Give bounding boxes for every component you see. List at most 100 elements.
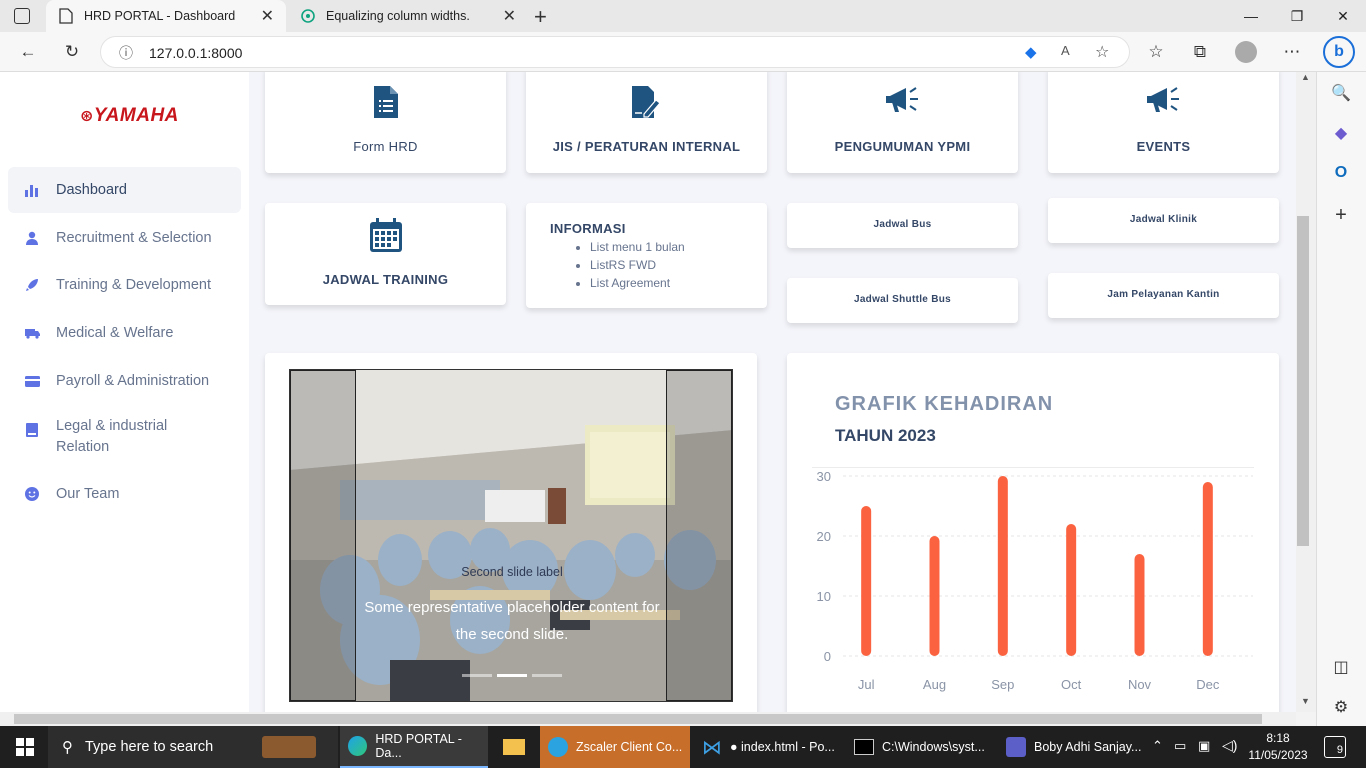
bing-icon[interactable]: b	[1323, 36, 1355, 68]
carousel-indicator[interactable]	[462, 674, 492, 677]
tab-equalizing[interactable]: Equalizing column widths. ✕	[288, 0, 528, 32]
sidebar-item-dashboard[interactable]: Dashboard	[8, 167, 241, 213]
card-jadwal-klinik[interactable]: Jadwal Klinik	[1048, 198, 1279, 243]
sidebar-item-payroll[interactable]: Payroll & Administration	[8, 358, 241, 404]
list-item[interactable]: ListRS FWD	[590, 256, 685, 274]
sidebar-item-legal[interactable]: Legal & industrial Relation	[8, 414, 241, 464]
card-title: Jadwal Bus	[873, 219, 932, 230]
monitor-icon[interactable]: ▣	[1198, 738, 1210, 754]
notification-count: 9	[1336, 744, 1343, 756]
card-title: EVENTS	[1136, 139, 1191, 154]
restore-icon[interactable]: ❐	[1274, 0, 1320, 32]
taskbar-app-vscode[interactable]: ⋈ ● index.html - Po...	[694, 726, 840, 768]
carousel[interactable]: Second slide label Some representative p…	[289, 369, 733, 702]
folder-icon	[503, 739, 525, 755]
page-icon	[58, 8, 74, 24]
card-title: JADWAL TRAINING	[322, 272, 449, 287]
bar-jul[interactable]	[861, 506, 872, 656]
sidebar-toggle-icon[interactable]: ◫	[1330, 656, 1352, 678]
carousel-indicator-active[interactable]	[497, 674, 527, 677]
favorites-icon[interactable]: ☆	[1140, 36, 1172, 68]
search-highlight-icon	[262, 736, 316, 758]
sidebar-item-label: Our Team	[56, 485, 120, 502]
horizontal-scroll-thumb[interactable]	[14, 714, 1262, 724]
taskbar-app-label: C:\Windows\syst...	[882, 740, 985, 754]
x-tick-label: Oct	[1061, 677, 1082, 692]
bar-aug[interactable]	[929, 536, 940, 656]
profile-avatar[interactable]	[1235, 41, 1257, 63]
edge-sidebar: 🔍 ◆ O + ◫ ⚙	[1316, 72, 1366, 726]
taskbar-search[interactable]: ⚲ Type here to search	[48, 726, 338, 768]
add-icon[interactable]: +	[1330, 204, 1352, 226]
book-icon	[24, 422, 40, 438]
volume-icon[interactable]: ◁)	[1222, 737, 1237, 754]
smile-icon	[24, 486, 40, 502]
bar-nov[interactable]	[1134, 554, 1145, 656]
sidebar-item-training[interactable]: Training & Development	[8, 262, 241, 308]
search-icon[interactable]: 🔍	[1330, 82, 1352, 104]
card-jis[interactable]: JIS / PERATURAN INTERNAL	[526, 72, 767, 173]
taskbar-app-cmd[interactable]: C:\Windows\syst...	[846, 726, 994, 768]
minimize-icon[interactable]: —	[1228, 0, 1274, 32]
taskbar-app-zscaler[interactable]: Zscaler Client Co...	[540, 726, 690, 768]
card-title: Jadwal Shuttle Bus	[853, 294, 952, 305]
chatgpt-icon	[300, 8, 316, 24]
settings-icon[interactable]: ⚙	[1330, 696, 1352, 718]
bar-sep[interactable]	[997, 476, 1008, 656]
refresh-icon[interactable]: ↻	[56, 36, 88, 68]
sidebar-item-medical[interactable]: Medical & Welfare	[8, 310, 241, 356]
taskbar-app-edge[interactable]: HRD PORTAL - Da...	[340, 726, 488, 768]
close-window-icon[interactable]: ✕	[1320, 0, 1366, 32]
card-jam-kantin[interactable]: Jam Pelayanan Kantin	[1048, 273, 1279, 318]
card-informasi: INFORMASI List menu 1 bulan ListRS FWD L…	[526, 203, 767, 308]
sidebar-item-label: Medical & Welfare	[56, 324, 174, 341]
network-icon[interactable]: ▭	[1174, 738, 1186, 754]
bar-chart-icon	[24, 182, 40, 198]
card-events[interactable]: EVENTS	[1048, 72, 1279, 173]
vertical-scroll-thumb[interactable]	[1297, 216, 1309, 546]
read-aloud-icon[interactable]: A	[1061, 43, 1070, 58]
card-jadwal-training[interactable]: JADWAL TRAINING	[265, 203, 506, 305]
tag-icon[interactable]: ◆	[1025, 43, 1037, 61]
scroll-up-icon[interactable]: ▲	[1301, 72, 1310, 82]
windows-start-icon[interactable]	[12, 726, 38, 768]
notification-center-icon[interactable]: 9	[1324, 736, 1346, 758]
back-icon[interactable]: ←	[12, 36, 44, 68]
shopping-icon[interactable]: ◆	[1330, 122, 1352, 144]
list-item[interactable]: List Agreement	[590, 274, 685, 292]
new-tab-icon[interactable]: +	[534, 4, 547, 30]
carousel-next-control[interactable]	[666, 370, 732, 701]
add-favorite-icon[interactable]: ☆	[1095, 42, 1109, 62]
card-form-hrd[interactable]: Form HRD	[265, 72, 506, 173]
tab-hrd-portal[interactable]: HRD PORTAL - Dashboard ✕	[46, 0, 286, 32]
sidebar-item-our-team[interactable]: Our Team	[8, 471, 241, 517]
outlook-icon[interactable]: O	[1330, 162, 1352, 184]
taskbar-app-explorer[interactable]	[494, 726, 534, 768]
taskbar-app-teams[interactable]: Boby Adhi Sanjay...	[998, 726, 1144, 768]
info-icon[interactable]: ⓘ	[119, 43, 133, 63]
chevron-up-icon[interactable]: ⌃	[1152, 738, 1163, 754]
bar-oct[interactable]	[1066, 524, 1077, 656]
bar-dec[interactable]	[1202, 482, 1213, 656]
carousel-prev-control[interactable]	[290, 370, 356, 701]
scroll-down-icon[interactable]: ▼	[1301, 696, 1310, 706]
list-item[interactable]: List menu 1 bulan	[590, 238, 685, 256]
carousel-indicator[interactable]	[532, 674, 562, 677]
card-icon	[24, 373, 40, 389]
close-tab-icon[interactable]: ✕	[261, 6, 274, 26]
sidebar-item-recruitment[interactable]: Recruitment & Selection	[8, 215, 241, 261]
browser-tab-strip: HRD PORTAL - Dashboard ✕ Equalizing colu…	[0, 0, 1366, 32]
card-jadwal-bus[interactable]: Jadwal Bus	[787, 203, 1018, 248]
card-pengumuman[interactable]: PENGUMUMAN YPMI	[787, 72, 1018, 173]
tab-actions-icon[interactable]	[14, 8, 30, 24]
tab-title: HRD PORTAL - Dashboard	[84, 9, 236, 23]
card-title: JIS / PERATURAN INTERNAL	[552, 139, 741, 154]
collections-icon[interactable]: ⧉	[1184, 36, 1216, 68]
card-jadwal-shuttle[interactable]: Jadwal Shuttle Bus	[787, 278, 1018, 323]
more-icon[interactable]: ⋯	[1276, 36, 1308, 68]
document-icon	[373, 86, 398, 123]
address-bar[interactable]: ⓘ 127.0.0.1:8000 ◆ A ☆	[100, 36, 1130, 68]
clock[interactable]: 8:18 11/05/2023	[1246, 730, 1310, 764]
close-tab-icon[interactable]: ✕	[503, 6, 516, 26]
y-tick-label: 30	[817, 469, 831, 484]
